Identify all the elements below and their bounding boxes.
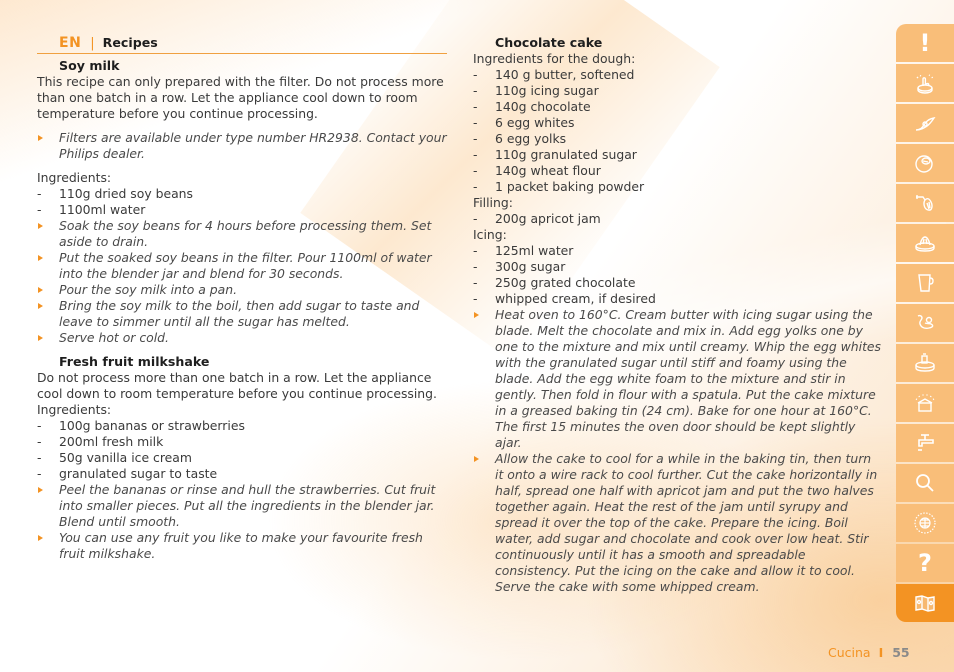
soy-milk-intro: This recipe can only prepared with the f… [37,74,444,121]
ingredient-item: 110g icing sugar [473,83,883,99]
icing-ingredients: 125ml water 300g sugar 250g grated choco… [473,243,883,595]
step-item: Put the soaked soy beans in the filter. … [37,250,447,282]
tab-storage[interactable] [896,384,954,422]
blade-icon [915,117,936,131]
section-title: Recipes [102,35,158,50]
tab-blender-jar[interactable] [896,264,954,302]
tab-recipes[interactable] [896,584,954,622]
ingredient-item: 300g sugar [473,259,883,275]
ingredient-item: 140g chocolate [473,99,883,115]
ingredient-item: 1 packet baking powder [473,179,883,195]
page-footer: Cucina I 55 [828,645,910,660]
ingredient-item: 110g dried soy beans [37,186,447,202]
click-and-go-icon [916,74,934,94]
worldwide-guarantee-icon [914,512,936,534]
recipes-map-icon [915,595,935,612]
whisk-icon [916,195,933,211]
blender-jar-icon [918,274,934,292]
right-column: Chocolate cake Ingredients for the dough… [473,35,883,595]
ingredient-item: 200ml fresh milk [37,434,447,450]
troubleshooting-magnifier-icon [916,474,934,492]
tab-cleaning[interactable] [896,424,954,462]
tab-blade[interactable] [896,104,954,142]
left-column: EN | Recipes Soy milk This recipe can on… [37,35,447,562]
soy-milk-ingredients-label: Ingredients: [37,170,112,185]
recipe-title-chocolate-cake: Chocolate cake [495,35,603,50]
kneading-tool-icon [917,314,934,329]
soy-milk-ingredients: 110g dried soy beans 1100ml water Soak t… [37,186,447,346]
tab-kneading-tool[interactable] [896,304,954,342]
tab-disc[interactable] [896,144,954,182]
soy-milk-note: Filters are available under type number … [37,130,447,162]
soy-milk-note-list: Filters are available under type number … [37,130,447,162]
important-icon: ! [919,29,931,57]
ingredient-item: 1100ml water [37,202,447,218]
step-item: Pour the soy milk into a pan. [37,282,447,298]
filling-ingredients: 200g apricot jam [473,211,883,227]
help-icon: ? [918,549,932,577]
tab-citrus-press[interactable] [896,224,954,262]
food-processor-icon [915,353,935,372]
step-item: You can use any fruit you like to make y… [37,530,447,562]
ingredient-item: 100g bananas or strawberries [37,418,447,434]
ingredient-item: granulated sugar to taste [37,466,447,482]
section-header: EN | Recipes [37,35,447,54]
recipe-title-milkshake: Fresh fruit milkshake [59,354,210,369]
tab-food-processor[interactable] [896,344,954,382]
filling-label: Filling: [473,195,513,210]
ingredient-item: 50g vanilla ice cream [37,450,447,466]
step-item: Allow the cake to cool for a while in th… [473,451,883,595]
icing-label: Icing: [473,227,507,242]
milkshake-ingredients-label: Ingredients: [37,402,112,417]
chapter-tabs: ! ? [896,24,954,624]
tab-help[interactable]: ? [896,544,954,582]
ingredient-item: 6 egg yolks [473,131,883,147]
footer-separator: I [878,645,884,660]
step-item: Serve hot or cold. [37,330,447,346]
cleaning-tap-icon [918,434,934,451]
step-item: Bring the soy milk to the boil, then add… [37,298,447,330]
dough-ingredients: 140 g butter, softened 110g icing sugar … [473,67,883,195]
dough-label: Ingredients for the dough: [473,51,636,66]
ingredient-item: 250g grated chocolate [473,275,883,291]
ingredient-item: 6 egg whites [473,115,883,131]
recipe-title-soy-milk: Soy milk [59,58,120,73]
citrus-press-icon [915,236,935,252]
tab-guarantee[interactable] [896,504,954,542]
chapter-name: Cucina [828,645,871,660]
step-item: Peel the bananas or rinse and hull the s… [37,482,447,530]
ingredient-item: 200g apricot jam [473,211,883,227]
tab-click-and-go[interactable] [896,64,954,102]
milkshake-intro: Do not process more than one batch in a … [37,370,437,401]
language-label: EN [59,35,82,51]
step-item: Soak the soy beans for 4 hours before pr… [37,218,447,250]
ingredient-item: 110g granulated sugar [473,147,883,163]
milkshake-ingredients: 100g bananas or strawberries 200ml fresh… [37,418,447,562]
tab-whisk[interactable] [896,184,954,222]
page-number: 55 [892,645,910,660]
tab-important[interactable]: ! [896,24,954,62]
ingredient-item: 140g wheat flour [473,163,883,179]
ingredient-item: 140 g butter, softened [473,67,883,83]
ingredient-item: 125ml water [473,243,883,259]
disc-icon [915,155,933,173]
header-separator: | [90,36,95,51]
storage-box-icon [915,394,935,412]
step-item: Heat oven to 160°C. Cream butter with ic… [473,307,883,451]
tab-troubleshooting[interactable] [896,464,954,502]
ingredient-item: whipped cream, if desired [473,291,883,307]
